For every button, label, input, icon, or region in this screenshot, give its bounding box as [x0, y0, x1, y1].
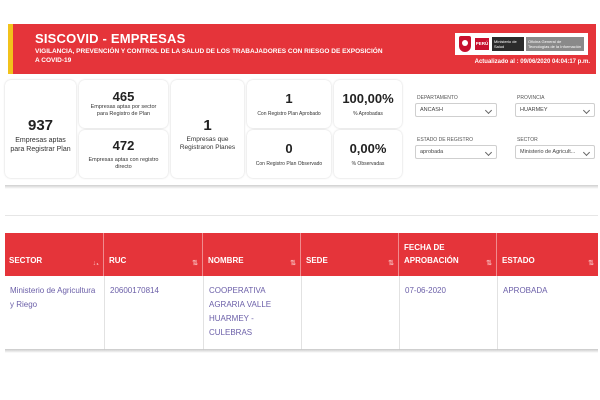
- results-table: SECTOR ↓₁ RUC ⇅ NOMBRE ⇅ SEDE ⇅ FECHA DE…: [5, 233, 598, 350]
- sector-filter-label: SECTOR: [517, 137, 538, 143]
- estado-label: ESTADO DE REGISTRO: [417, 137, 474, 143]
- chevron-down-icon: [582, 148, 591, 157]
- peru-logo-label: PERÚ: [475, 38, 489, 50]
- kpi-label: Con Registro Plan Aprobado: [257, 111, 321, 117]
- departamento-value: ANCASH: [420, 107, 443, 113]
- column-header-sede[interactable]: SEDE ⇅: [302, 233, 399, 276]
- table-header: SECTOR ↓₁ RUC ⇅ NOMBRE ⇅ SEDE ⇅ FECHA DE…: [5, 233, 598, 276]
- card-pct-aprobadas: 100,00% % Aprobadas: [334, 80, 402, 128]
- provincia-value: HUARMEY: [520, 107, 548, 113]
- cell-sector: Ministerio de Agricultura y Riego: [5, 276, 105, 350]
- card-pct-observadas: 0,00% % Observadas: [334, 130, 402, 178]
- card-aptas-directo: 472 Empresas aptas con registro directo: [79, 130, 168, 178]
- estado-value: aprobada: [420, 149, 444, 155]
- kpi-value: 937: [27, 117, 54, 134]
- dashboard: SISCOVID - EMPRESAS VIGILANCIA, PREVENCI…: [0, 0, 600, 400]
- kpi-value: 0: [285, 141, 293, 156]
- sector-filter-value: Ministerio de Agricult...: [520, 149, 576, 155]
- card-aprobado: 1 Con Registro Plan Aprobado: [247, 80, 331, 128]
- header-banner: SISCOVID - EMPRESAS VIGILANCIA, PREVENCI…: [8, 24, 596, 74]
- kpi-label: % Observadas: [351, 161, 385, 167]
- card-registraron: 1 Empresas que Registraron Planes: [171, 80, 244, 178]
- cell-sede: [302, 276, 400, 350]
- table-bottom-shadow: [5, 349, 598, 353]
- provincia-label: PROVINCIA: [517, 95, 545, 101]
- chevron-down-icon: [484, 148, 493, 157]
- column-header-estado[interactable]: ESTADO ⇅: [498, 233, 598, 276]
- kpi-value: 1: [203, 117, 212, 134]
- kpi-value: 465: [112, 89, 135, 104]
- column-header-nombre[interactable]: NOMBRE ⇅: [204, 233, 301, 276]
- sort-icon: ⇅: [290, 260, 296, 267]
- column-header-ruc[interactable]: RUC ⇅: [105, 233, 203, 276]
- departamento-select[interactable]: ANCASH: [415, 103, 497, 117]
- kpi-value: 100,00%: [342, 91, 394, 106]
- sort-icon: ⇅: [192, 260, 198, 267]
- kpi-value: 0,00%: [349, 141, 387, 156]
- office-logo-label: Oficina General de Tecnologías de la Inf…: [526, 37, 584, 51]
- kpi-label: % Aprobadas: [353, 111, 383, 117]
- provincia-select[interactable]: HUARMEY: [515, 103, 595, 117]
- sort-icon: ↓₁: [92, 260, 99, 267]
- section-divider: [5, 215, 598, 216]
- app-title: SISCOVID - EMPRESAS: [35, 31, 186, 46]
- sort-icon: ⇅: [388, 260, 394, 267]
- sort-icon: ⇅: [486, 260, 492, 267]
- card-aptas-registrar: 937 Empresas aptas para Registrar Plan: [5, 80, 76, 178]
- card-aptas-sector: 465 Empresas aptas por sector para Regis…: [79, 80, 168, 128]
- kpi-value: 1: [285, 91, 293, 106]
- section-divider: [5, 185, 598, 189]
- estado-select[interactable]: aprobada: [415, 145, 497, 159]
- chevron-down-icon: [484, 106, 493, 115]
- kpi-label: Empresas que Registraron Planes: [179, 136, 236, 151]
- government-logo: PERÚ Ministerio de Salud Oficina General…: [455, 33, 588, 55]
- sort-icon: ⇅: [588, 260, 594, 267]
- table-row[interactable]: Ministerio de Agricultura y Riego 206001…: [5, 276, 598, 350]
- last-updated: Actualizado al : 09/06/2020 04:04:17 p.m…: [474, 59, 590, 65]
- chevron-down-icon: [582, 106, 591, 115]
- cell-ruc: 20600170814: [105, 276, 204, 350]
- kpi-label: Empresas aptas por sector para Registro …: [90, 104, 157, 117]
- kpi-value: 472: [112, 138, 135, 153]
- kpi-label: Empresas aptas para Registrar Plan: [10, 137, 71, 153]
- sector-select[interactable]: Ministerio de Agricult...: [515, 145, 595, 159]
- ministry-logo-label: Ministerio de Salud: [492, 37, 524, 51]
- cell-estado: APROBADA: [503, 286, 548, 295]
- departamento-label: DEPARTAMENTO: [417, 95, 458, 101]
- kpi-label: Con Registro Plan Observado: [255, 161, 323, 167]
- card-observado: 0 Con Registro Plan Observado: [247, 130, 331, 178]
- app-subtitle: VIGILANCIA, PREVENCIÓN Y CONTROL DE LA S…: [35, 48, 383, 64]
- cell-fecha: 07-06-2020: [400, 276, 498, 350]
- coat-of-arms-icon: [459, 36, 471, 52]
- column-header-fecha[interactable]: FECHA DE APROBACIÓN ⇅: [400, 233, 497, 276]
- kpi-label: Empresas aptas con registro directo: [88, 157, 159, 170]
- cell-nombre: COOPERATIVA AGRARIA VALLE HUARMEY - CULE…: [204, 276, 302, 350]
- column-header-sector[interactable]: SECTOR ↓₁: [5, 233, 104, 276]
